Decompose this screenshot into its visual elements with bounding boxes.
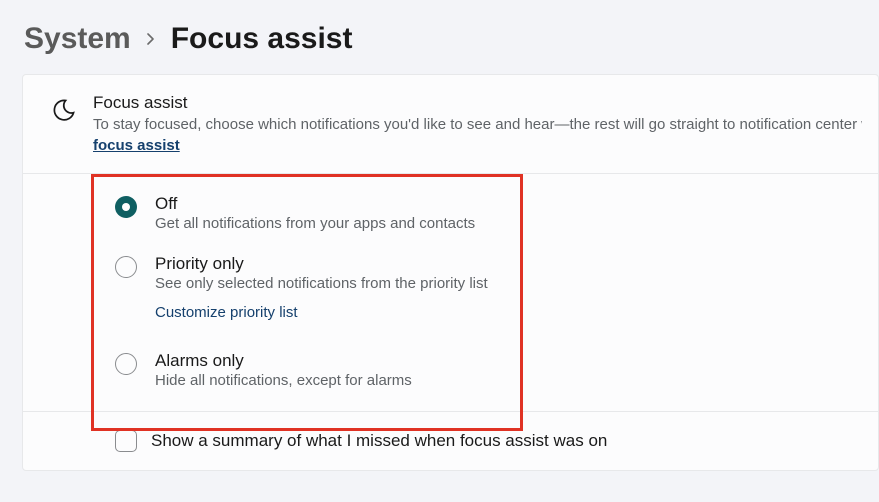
option-priority-only[interactable]: Priority only See only selected notifica… <box>23 242 878 296</box>
breadcrumb: System Focus assist <box>0 0 879 74</box>
summary-checkbox[interactable] <box>115 430 137 452</box>
focus-assist-options: Off Get all notifications from your apps… <box>23 174 878 412</box>
breadcrumb-current: Focus assist <box>171 22 353 56</box>
breadcrumb-parent[interactable]: System <box>24 22 131 56</box>
focus-assist-header: Focus assist To stay focused, choose whi… <box>23 75 878 174</box>
option-title: Priority only <box>155 254 488 274</box>
option-description: See only selected notifications from the… <box>155 275 488 292</box>
moon-icon <box>51 93 77 123</box>
radio-off[interactable] <box>115 196 137 218</box>
option-description: Get all notifications from your apps and… <box>155 215 475 232</box>
option-title: Alarms only <box>155 351 412 371</box>
option-title: Off <box>155 194 475 214</box>
radio-alarms-only[interactable] <box>115 353 137 375</box>
option-off[interactable]: Off Get all notifications from your apps… <box>23 182 878 242</box>
section-title: Focus assist <box>93 93 862 113</box>
section-description: To stay focused, choose which notificati… <box>93 115 862 135</box>
summary-label: Show a summary of what I missed when foc… <box>151 431 607 451</box>
summary-row: Show a summary of what I missed when foc… <box>23 412 878 470</box>
radio-priority-only[interactable] <box>115 256 137 278</box>
chevron-right-icon <box>145 28 157 51</box>
option-alarms-only[interactable]: Alarms only Hide all notifications, exce… <box>23 339 878 399</box>
focus-assist-help-link[interactable]: focus assist <box>93 137 180 154</box>
settings-panel: Focus assist To stay focused, choose whi… <box>22 74 879 471</box>
option-description: Hide all notifications, except for alarm… <box>155 372 412 389</box>
customize-priority-list-link[interactable]: Customize priority list <box>155 304 298 321</box>
